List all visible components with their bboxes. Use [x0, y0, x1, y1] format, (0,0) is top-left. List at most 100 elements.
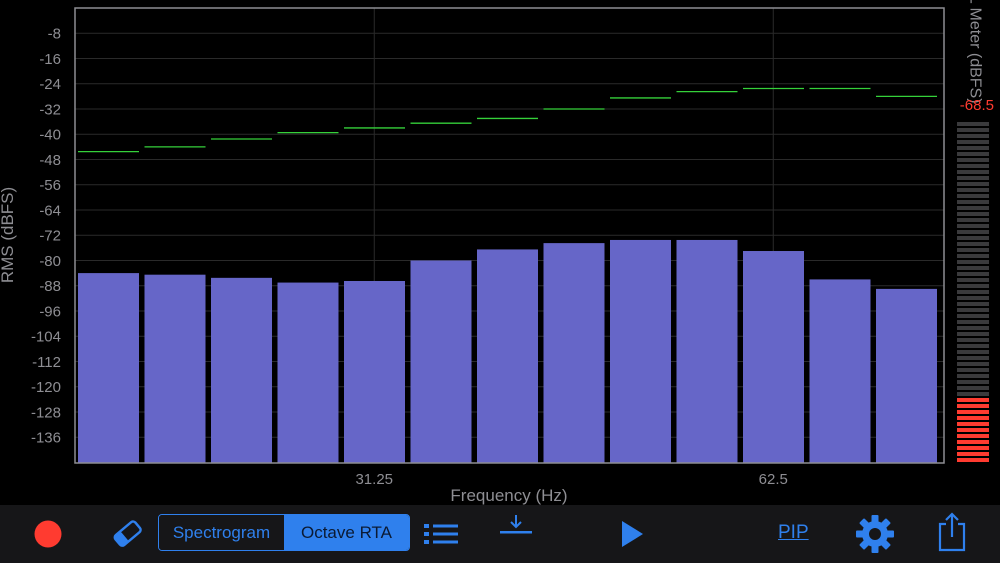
y-tick-label: -72	[39, 228, 61, 245]
meter-segment	[957, 170, 989, 174]
y-axis-title: RMS (dBFS)	[0, 186, 17, 284]
meter-segment	[957, 320, 989, 324]
meter-segment	[957, 218, 989, 222]
meter-segment	[957, 194, 989, 198]
x-tick-label: 31.25	[355, 471, 393, 488]
y-tick-label: -48	[39, 152, 61, 169]
meter-segment	[957, 422, 989, 426]
spl-level-meter	[957, 122, 989, 464]
meter-segment	[957, 260, 989, 264]
record-button[interactable]	[33, 519, 63, 549]
octave-band-bar	[743, 251, 804, 463]
meter-segment	[957, 458, 989, 462]
meter-segment	[957, 308, 989, 312]
meter-segment	[957, 410, 989, 414]
meter-segment	[957, 278, 989, 282]
list-button[interactable]	[422, 519, 460, 549]
meter-segment	[957, 176, 989, 180]
meter-segment	[957, 314, 989, 318]
octave-band-bar	[211, 277, 272, 463]
meter-segment	[957, 188, 989, 192]
meter-segment	[957, 158, 989, 162]
meter-segment	[957, 182, 989, 186]
meter-segment	[957, 248, 989, 252]
meter-segment	[957, 152, 989, 156]
spectrogram-tab[interactable]: Spectrogram	[159, 515, 284, 550]
meter-segment	[957, 122, 989, 126]
play-button[interactable]	[618, 518, 646, 550]
meter-segment	[957, 236, 989, 240]
meter-segment	[957, 434, 989, 438]
meter-segment	[957, 404, 989, 408]
meter-segment	[957, 140, 989, 144]
view-mode-segmented-control: Spectrogram Octave RTA	[158, 514, 410, 551]
meter-segment	[957, 332, 989, 336]
octave-band-bar	[144, 274, 206, 463]
x-axis-title: Frequency (Hz)	[450, 486, 567, 505]
meter-segment	[957, 386, 989, 390]
y-tick-label: -64	[39, 202, 61, 219]
download-icon	[500, 515, 532, 534]
meter-segment	[957, 128, 989, 132]
meter-segment	[957, 398, 989, 402]
octave-rta-chart: -8 -16 -24 -32 -40 -48 -56 -64 -72 -80 -88 -96 -104 -…	[31, 7, 945, 505]
meter-segment	[957, 134, 989, 138]
y-tick-label: -16	[39, 51, 61, 68]
octave-band-bar	[477, 249, 538, 463]
list-icon	[424, 524, 458, 544]
meter-segment	[957, 392, 989, 396]
meter-segment	[957, 380, 989, 384]
bottom-toolbar: Spectrogram Octave RTA PIP	[0, 505, 1000, 563]
eraser-button[interactable]	[110, 517, 146, 551]
y-tick-label: -104	[31, 329, 61, 346]
gear-icon	[856, 515, 894, 553]
eraser-icon	[113, 520, 142, 547]
octave-band-bar	[78, 273, 139, 463]
meter-segment	[957, 242, 989, 246]
y-tick-label: -8	[48, 26, 61, 43]
meter-segment	[957, 164, 989, 168]
y-tick-label: -24	[39, 76, 61, 93]
meter-segment	[957, 284, 989, 288]
spl-meter-value: -68.5	[959, 97, 994, 114]
y-tick-label: -120	[31, 379, 61, 396]
octave-band-bar	[809, 279, 871, 463]
meter-segment	[957, 302, 989, 306]
settings-button[interactable]	[855, 514, 895, 554]
meter-segment	[957, 350, 989, 354]
octave-band-bar	[676, 239, 738, 463]
meter-segment	[957, 254, 989, 258]
meter-segment	[957, 440, 989, 444]
meter-segment	[957, 362, 989, 366]
y-tick-label: -136	[31, 430, 61, 447]
y-tick-label: -80	[39, 253, 61, 270]
pip-button[interactable]: PIP	[778, 522, 809, 544]
octave-band-bar	[876, 288, 937, 463]
meter-segment	[957, 356, 989, 360]
meter-segment	[957, 266, 989, 270]
octave-band-bar	[277, 282, 339, 463]
y-tick-label: -56	[39, 177, 61, 194]
meter-segment	[957, 206, 989, 210]
meter-segment	[957, 272, 989, 276]
meter-segment	[957, 146, 989, 150]
meter-segment	[957, 446, 989, 450]
octave-rta-tab[interactable]: Octave RTA	[284, 515, 409, 550]
meter-segment	[957, 290, 989, 294]
y-tick-label: -112	[32, 354, 61, 371]
meter-segment	[957, 374, 989, 378]
record-icon	[34, 520, 62, 548]
x-tick-label: 62.5	[759, 471, 788, 488]
y-tick-label: -32	[39, 101, 61, 118]
meter-segment	[957, 428, 989, 432]
octave-band-bar	[410, 260, 472, 463]
meter-segment	[957, 200, 989, 204]
meter-segment	[957, 230, 989, 234]
meter-segment	[957, 224, 989, 228]
meter-segment	[957, 212, 989, 216]
share-button[interactable]	[935, 511, 969, 553]
octave-band-bar	[543, 243, 605, 463]
octave-band-bar	[344, 280, 405, 463]
save-button[interactable]	[497, 513, 535, 543]
y-tick-label: -88	[39, 278, 61, 295]
